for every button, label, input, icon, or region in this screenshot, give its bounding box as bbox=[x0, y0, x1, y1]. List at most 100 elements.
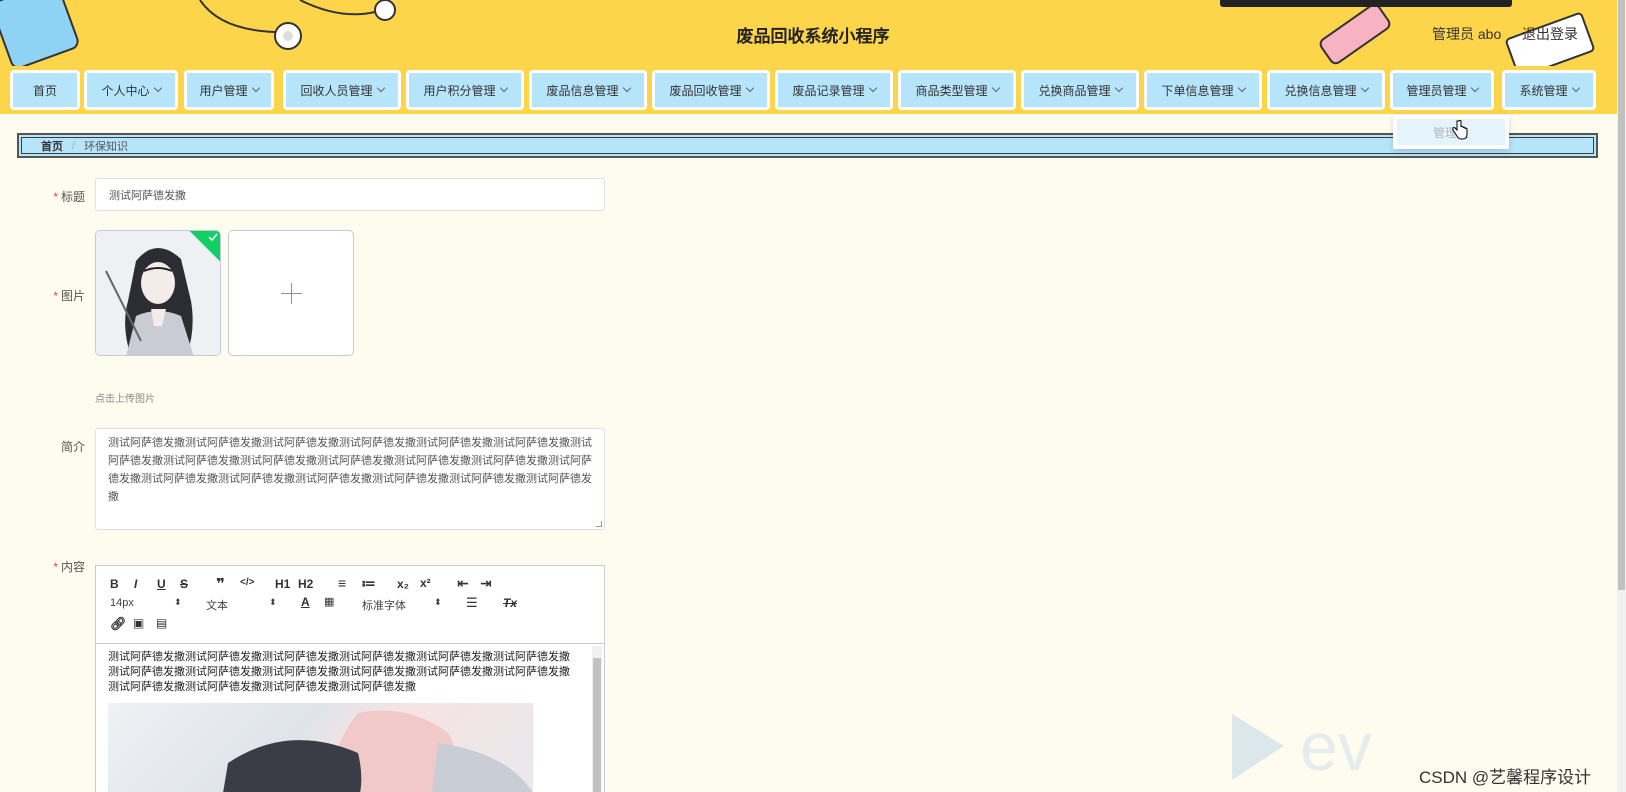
intro-label: 简介 bbox=[5, 438, 85, 455]
character-illustration bbox=[96, 231, 220, 355]
editor-scrollbar-thumb[interactable] bbox=[593, 658, 601, 792]
chevron-down-icon bbox=[745, 83, 754, 93]
clear-format-button[interactable]: Tx bbox=[503, 596, 517, 610]
strike-button[interactable]: S bbox=[180, 577, 188, 591]
nav-item-waste-record-management[interactable]: 废品记录管理 bbox=[775, 70, 893, 110]
nav-item-product-type-management[interactable]: 商品类型管理 bbox=[898, 70, 1016, 110]
link-icon[interactable]: 🔗︎ bbox=[110, 616, 127, 632]
blockquote-button[interactable]: ❞ bbox=[216, 575, 225, 593]
nav-item-waste-recycle-management[interactable]: 废品回收管理 bbox=[652, 70, 770, 110]
breadcrumb-separator: / bbox=[72, 139, 76, 152]
check-icon bbox=[208, 233, 218, 241]
hand-cursor-icon bbox=[1452, 120, 1468, 140]
intro-label-text: 简介 bbox=[60, 440, 85, 454]
nav-item-label: 商品类型管理 bbox=[915, 83, 988, 98]
nav-item-system-management[interactable]: 系统管理 bbox=[1502, 70, 1596, 110]
chevron-down-icon bbox=[376, 83, 385, 93]
page-title: 废品回收系统小程序 bbox=[736, 27, 890, 46]
select-arrows-icon: ⬍ bbox=[269, 597, 277, 607]
required-mark: * bbox=[53, 560, 58, 574]
select-arrows-icon: ⬍ bbox=[174, 597, 182, 607]
content-label-text: 内容 bbox=[60, 560, 85, 574]
outdent-button[interactable]: ⇤ bbox=[457, 575, 469, 592]
nav-item-label: 用户管理 bbox=[199, 83, 248, 98]
editor-embedded-image bbox=[108, 703, 533, 792]
rich-text-editor: B I U S ❞ </> H1 H2 ≡ ≔ x₂ x² ⇤ ⇥ 14px ⬍… bbox=[95, 565, 605, 792]
dropdown-item-admin[interactable]: 管理员 bbox=[1397, 119, 1505, 145]
h2-button[interactable]: H2 bbox=[298, 577, 313, 591]
bullet-list-button[interactable]: ≔ bbox=[361, 575, 376, 592]
editor-toolbar: B I U S ❞ </> H1 H2 ≡ ≔ x₂ x² ⇤ ⇥ 14px ⬍… bbox=[96, 566, 604, 644]
nav-item-label: 兑换信息管理 bbox=[1284, 83, 1357, 98]
bold-button[interactable]: B bbox=[110, 577, 119, 591]
nav-item-label: 废品记录管理 bbox=[792, 83, 865, 98]
h1-button[interactable]: H1 bbox=[275, 577, 290, 591]
chevron-down-icon bbox=[1114, 83, 1123, 93]
chevron-down-icon bbox=[153, 83, 162, 93]
font-size-select[interactable]: 14px bbox=[110, 597, 134, 609]
subscript-button[interactable]: x₂ bbox=[397, 577, 409, 591]
breadcrumb-home[interactable]: 首页 bbox=[41, 138, 63, 154]
video-icon[interactable]: ▤ bbox=[156, 616, 167, 630]
image-label-text: 图片 bbox=[60, 289, 85, 303]
uploaded-image-thumbnail[interactable] bbox=[95, 230, 221, 356]
nav-item-label: 个人中心 bbox=[101, 83, 150, 98]
nav-item-label: 管理员管理 bbox=[1406, 83, 1467, 98]
superscript-button[interactable]: x² bbox=[420, 576, 431, 590]
ordered-list-button[interactable]: ≡ bbox=[338, 575, 346, 591]
editor-content[interactable]: 测试阿萨德发撒测试阿萨德发撒测试阿萨德发撒测试阿萨德发撒测试阿萨德发撒测试阿萨德… bbox=[96, 644, 604, 792]
title-label-text: 标题 bbox=[60, 190, 85, 204]
italic-button[interactable]: I bbox=[134, 577, 137, 591]
background-color-icon[interactable]: ▦ bbox=[324, 595, 334, 608]
chevron-down-icon bbox=[622, 83, 631, 93]
intro-textarea-value: 测试阿萨德发撒测试阿萨德发撒测试阿萨德发撒测试阿萨德发撒测试阿萨德发撒测试阿萨德… bbox=[108, 437, 592, 503]
required-mark: * bbox=[53, 289, 58, 303]
nav-item-label: 废品回收管理 bbox=[669, 83, 742, 98]
title-label: * 标题 bbox=[5, 188, 85, 205]
align-icon[interactable]: ☰ bbox=[466, 595, 478, 611]
breadcrumb: 首页 / 环保知识 bbox=[17, 133, 1598, 158]
page-scrollbar[interactable] bbox=[1617, 0, 1626, 792]
top-bar bbox=[1220, 0, 1512, 7]
upload-tip: 点击上传图片 bbox=[95, 394, 155, 405]
intro-textarea[interactable]: 测试阿萨德发撒测试阿萨德发撒测试阿萨德发撒测试阿萨德发撒测试阿萨德发撒测试阿萨德… bbox=[95, 428, 605, 530]
image-upload-button[interactable] bbox=[228, 230, 354, 356]
page-scrollbar-thumb[interactable] bbox=[1618, 0, 1625, 590]
nav-item-user-management[interactable]: 用户管理 bbox=[184, 70, 274, 110]
nav-item-label: 系统管理 bbox=[1519, 83, 1568, 98]
chevron-down-icon bbox=[251, 83, 260, 93]
font-color-icon[interactable]: A bbox=[301, 595, 310, 609]
header-select[interactable]: 文本 bbox=[206, 597, 228, 613]
indent-button[interactable]: ⇥ bbox=[480, 575, 492, 592]
top-nav: 首页 个人中心 用户管理 回收人员管理 用户积分管理 废品信息管理 废品回收管理… bbox=[0, 66, 1626, 114]
breadcrumb-current: 环保知识 bbox=[84, 140, 129, 153]
nav-item-order-info-management[interactable]: 下单信息管理 bbox=[1144, 70, 1262, 110]
nav-item-label: 兑换商品管理 bbox=[1038, 83, 1111, 98]
chevron-down-icon bbox=[868, 83, 877, 93]
nav-item-points-management[interactable]: 用户积分管理 bbox=[406, 70, 524, 110]
chevron-down-icon bbox=[1360, 83, 1369, 93]
plus-icon bbox=[291, 283, 292, 304]
logout-button[interactable]: 退出登录 bbox=[1522, 24, 1578, 44]
nav-item-admin-management[interactable]: 管理员管理 bbox=[1390, 70, 1494, 110]
title-input-value: 测试阿萨德发撒 bbox=[109, 189, 186, 202]
illustration bbox=[223, 710, 533, 792]
editor-scrollbar[interactable] bbox=[592, 646, 602, 792]
nav-item-home[interactable]: 首页 bbox=[10, 70, 80, 110]
nav-item-recycler-management[interactable]: 回收人员管理 bbox=[283, 70, 401, 110]
select-arrows-icon: ⬍ bbox=[434, 597, 442, 607]
font-family-select[interactable]: 标准字体 bbox=[362, 597, 406, 613]
required-mark: * bbox=[53, 190, 58, 204]
nav-item-personal-center[interactable]: 个人中心 bbox=[84, 70, 178, 110]
nav-item-label: 回收人员管理 bbox=[300, 83, 373, 98]
nav-item-waste-info-management[interactable]: 废品信息管理 bbox=[529, 70, 647, 110]
code-button[interactable]: </> bbox=[240, 577, 254, 588]
underline-button[interactable]: U bbox=[157, 577, 166, 591]
nav-item-exchange-product-management[interactable]: 兑换商品管理 bbox=[1021, 70, 1139, 110]
image-icon[interactable]: ▣ bbox=[133, 616, 144, 630]
editor-text: 测试阿萨德发撒测试阿萨德发撒测试阿萨德发撒测试阿萨德发撒测试阿萨德发撒测试阿萨德… bbox=[108, 651, 570, 693]
user-label: 管理员 abo bbox=[1432, 26, 1502, 42]
title-input[interactable]: 测试阿萨德发撒 bbox=[95, 178, 605, 211]
resize-handle[interactable] bbox=[596, 521, 602, 527]
nav-item-exchange-info-management[interactable]: 兑换信息管理 bbox=[1267, 70, 1385, 110]
